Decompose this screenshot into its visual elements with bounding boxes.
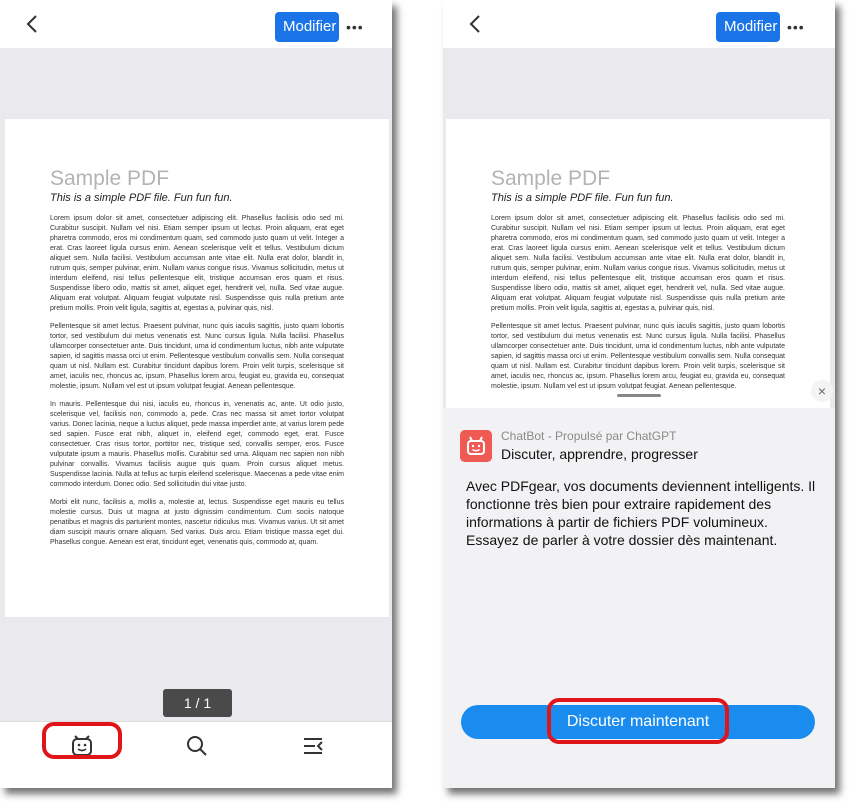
chatbot-tagline: Discuter, apprendre, progresser: [501, 446, 698, 462]
pdf-title: Sample PDF: [50, 167, 170, 190]
pdf-paragraph: Pellentesque sit amet lectus. Praesent p…: [50, 323, 344, 390]
pdf-viewer-screen: Modifier ••• Sample PDF This is a simple…: [0, 0, 392, 788]
top-bar: Modifier •••: [0, 0, 392, 48]
pdf-paragraph: Morbi elit nunc, facilisis a, mollis a, …: [50, 499, 344, 546]
close-icon[interactable]: ×: [811, 380, 833, 402]
pdf-title: Sample PDF: [491, 167, 611, 190]
modify-button[interactable]: Modifier: [716, 12, 780, 42]
top-bar: Modifier •••: [443, 0, 835, 48]
modify-button[interactable]: Modifier: [275, 12, 339, 42]
pdf-page: Sample PDF This is a simple PDF file. Fu…: [5, 119, 389, 617]
pdf-body: Lorem ipsum dolor sit amet, consectetuer…: [50, 214, 344, 556]
back-arrow-icon[interactable]: [24, 12, 42, 36]
page-counter: 1 / 1: [163, 689, 232, 717]
more-options-icon[interactable]: •••: [346, 19, 368, 35]
pdf-subtitle: This is a simple PDF file. Fun fun fun.: [50, 192, 233, 204]
chatbot-panel: ChatBot - Propulsé par ChatGPT Discuter,…: [443, 408, 835, 788]
chatbot-logo-icon: [460, 430, 492, 462]
back-arrow-icon[interactable]: [467, 12, 485, 36]
chatbot-highlight-box: [42, 722, 122, 759]
pdf-paragraph: In mauris. Pellentesque dui nisi, iaculi…: [50, 401, 344, 488]
search-icon[interactable]: [179, 728, 215, 764]
sheet-drag-handle[interactable]: [617, 394, 661, 397]
more-options-icon[interactable]: •••: [787, 19, 809, 35]
outline-list-icon[interactable]: [295, 728, 331, 764]
pdf-body: Lorem ipsum dolor sit amet, consectetuer…: [491, 214, 785, 400]
pdf-subtitle: This is a simple PDF file. Fun fun fun.: [491, 192, 674, 204]
pdf-paragraph: Lorem ipsum dolor sit amet, consectetuer…: [50, 215, 344, 312]
chatbot-intro-screen: Modifier ••• Sample PDF This is a simple…: [443, 0, 835, 788]
pdf-paragraph: Pellentesque sit amet lectus. Praesent p…: [491, 323, 785, 390]
cta-highlight-box: [547, 698, 729, 744]
chatbot-brand: ChatBot - Propulsé par ChatGPT: [501, 429, 677, 443]
chatbot-description: Avec PDFgear, vos documents deviennent i…: [466, 478, 816, 548]
pdf-paragraph: Lorem ipsum dolor sit amet, consectetuer…: [491, 215, 785, 312]
